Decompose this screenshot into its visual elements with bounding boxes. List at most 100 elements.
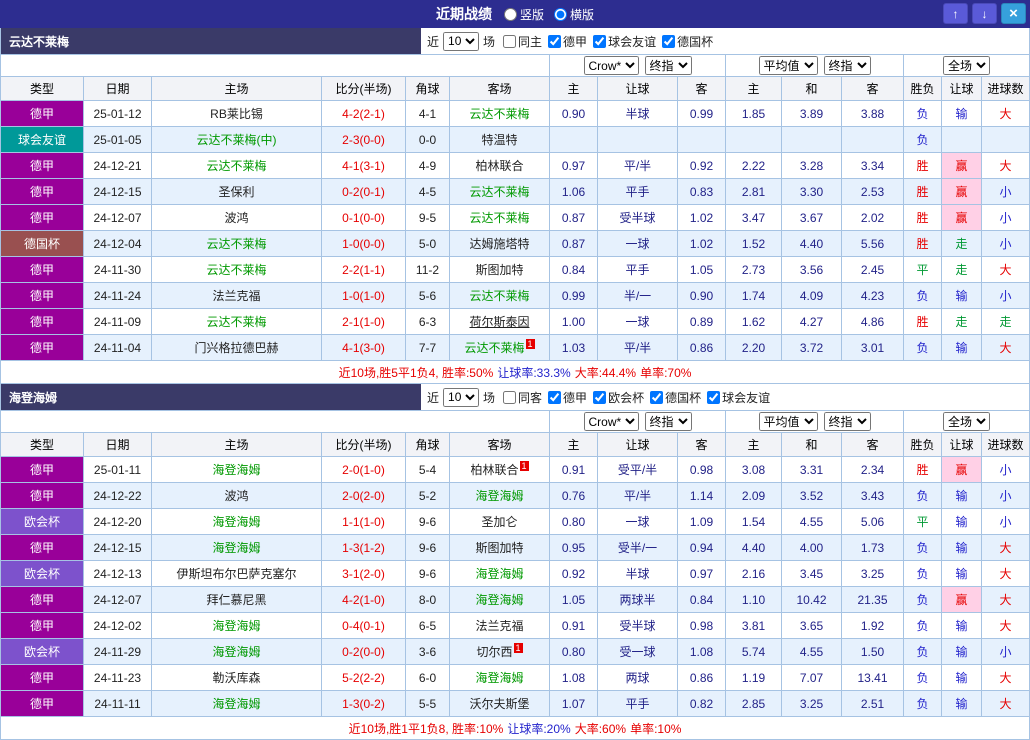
away-team-name[interactable]: 沃尔夫斯堡 bbox=[469, 697, 529, 711]
away-team-name[interactable]: 云达不莱梅 bbox=[469, 107, 529, 121]
home-team-name[interactable]: 勒沃库森 bbox=[212, 671, 260, 685]
home-team-name[interactable]: 海登海姆 bbox=[212, 619, 260, 633]
bookmaker-select[interactable]: Crow* bbox=[583, 412, 639, 431]
home-team-name[interactable]: 波鸿 bbox=[224, 211, 248, 225]
scroll-up-button[interactable]: ↑ bbox=[943, 3, 968, 24]
home-team-name[interactable]: 海登海姆 bbox=[212, 697, 260, 711]
layout-radio[interactable]: 横版 bbox=[554, 6, 594, 23]
home-team: 云达不莱梅(中) bbox=[151, 126, 322, 153]
filter-checkbox-input[interactable] bbox=[593, 34, 607, 48]
match-score: 4-1(3-0) bbox=[321, 334, 406, 361]
away-team-name[interactable]: 海登海姆 bbox=[475, 593, 523, 607]
filter-checkbox-input[interactable] bbox=[503, 34, 517, 48]
scroll-down-button[interactable]: ↓ bbox=[972, 3, 997, 24]
games-label: 场 bbox=[483, 390, 496, 405]
filter-checkbox-input[interactable] bbox=[503, 390, 517, 404]
corner-score: 0-0 bbox=[405, 126, 450, 153]
layout-radio[interactable]: 竖版 bbox=[503, 6, 544, 23]
odds-value: 1.62 bbox=[725, 308, 782, 335]
home-team-name[interactable]: 海登海姆 bbox=[212, 541, 260, 555]
bookmaker-select[interactable]: Crow* bbox=[583, 56, 639, 75]
away-team: 海登海姆 bbox=[449, 560, 550, 587]
home-team-name[interactable]: 云达不莱梅 bbox=[206, 237, 266, 251]
away-team-name[interactable]: 法兰克福 bbox=[475, 619, 523, 633]
away-team-name[interactable]: 云达不莱梅 bbox=[469, 185, 529, 199]
odds-value: 0.98 bbox=[677, 612, 726, 639]
filter-checkbox[interactable]: 同客 bbox=[503, 389, 542, 406]
odds-value: 3.89 bbox=[781, 100, 842, 127]
match-count-select[interactable]: 10 bbox=[443, 31, 480, 51]
home-team-name[interactable]: 海登海姆 bbox=[212, 463, 260, 477]
away-team-name[interactable]: 斯图加特 bbox=[475, 263, 523, 277]
away-team-name[interactable]: 云达不莱梅 bbox=[469, 289, 529, 303]
away-team-name[interactable]: 荷尔斯泰因 bbox=[469, 315, 529, 329]
home-team-name[interactable]: 海登海姆 bbox=[212, 515, 260, 529]
euro-average-select[interactable]: 平均值 bbox=[758, 56, 818, 75]
filter-checkbox-input[interactable] bbox=[548, 34, 562, 48]
competition-badge: 欧会杯 bbox=[0, 638, 84, 665]
scope-select[interactable]: 全场 bbox=[943, 412, 991, 431]
filter-checkbox[interactable]: 德甲 bbox=[548, 33, 587, 50]
goals-result-cell: 走 bbox=[981, 308, 1030, 335]
home-team-name[interactable]: 法兰克福 bbox=[212, 289, 260, 303]
goals-result-cell: 小 bbox=[981, 204, 1030, 231]
away-team-name[interactable]: 云达不莱梅 bbox=[469, 211, 529, 225]
filter-checkbox[interactable]: 德国杯 bbox=[662, 33, 713, 50]
euro-stage-select[interactable]: 终指 bbox=[823, 56, 871, 75]
home-team-name[interactable]: 云达不莱梅 bbox=[206, 315, 266, 329]
filter-checkbox[interactable]: 德国杯 bbox=[650, 389, 701, 406]
away-team-name[interactable]: 达姆施塔特 bbox=[469, 237, 529, 251]
home-team-name[interactable]: 拜仁慕尼黑 bbox=[206, 593, 266, 607]
euro-stage-select[interactable]: 终指 bbox=[823, 412, 871, 431]
euro-average-select[interactable]: 平均值 bbox=[758, 412, 818, 431]
asian-stage-select[interactable]: 终指 bbox=[644, 412, 692, 431]
home-team-name[interactable]: 云达不莱梅 bbox=[206, 263, 266, 277]
away-team-name[interactable]: 海登海姆 bbox=[475, 489, 523, 503]
layout-radio-input[interactable] bbox=[554, 7, 567, 21]
filter-checkbox-input[interactable] bbox=[548, 390, 562, 404]
filter-checkbox-input[interactable] bbox=[707, 390, 721, 404]
home-team-name[interactable]: RB莱比锡 bbox=[210, 107, 263, 121]
odds-value: 2.34 bbox=[840, 456, 905, 483]
away-team-name[interactable]: 云达不莱梅 bbox=[464, 341, 524, 355]
home-team-name[interactable]: 圣保利 bbox=[218, 185, 254, 199]
scope-select[interactable]: 全场 bbox=[943, 56, 991, 75]
filter-checkbox[interactable]: 球会友谊 bbox=[593, 33, 656, 50]
match-count-select[interactable]: 10 bbox=[443, 387, 480, 407]
away-team-name[interactable]: 切尔西 bbox=[476, 645, 512, 659]
filter-checkbox[interactable]: 球会友谊 bbox=[707, 389, 770, 406]
layout-radios: 竖版 横版 bbox=[503, 6, 594, 23]
home-team-name[interactable]: 波鸿 bbox=[224, 489, 248, 503]
filter-checkbox[interactable]: 德甲 bbox=[548, 389, 587, 406]
home-team-name[interactable]: 云达不莱梅 bbox=[206, 159, 266, 173]
filter-checkbox-input[interactable] bbox=[662, 34, 676, 48]
away-team-name[interactable]: 斯图加特 bbox=[475, 541, 523, 555]
match-row: 德甲 25-01-12 RB莱比锡 4-2(2-1) 4-1 云达不莱梅 0.90 半球 0.9… bbox=[0, 100, 1030, 127]
away-team-name[interactable]: 柏林联合 bbox=[475, 159, 523, 173]
away-team-name[interactable]: 圣加仑 bbox=[481, 515, 517, 529]
home-team-name[interactable]: 云达不莱梅(中) bbox=[197, 133, 277, 147]
away-team-name[interactable]: 特温特 bbox=[481, 133, 517, 147]
close-button[interactable]: × bbox=[1001, 3, 1026, 24]
odds-value: 3.31 bbox=[781, 456, 842, 483]
match-date: 24-12-15 bbox=[83, 534, 152, 561]
odds-value: 2.22 bbox=[725, 152, 782, 179]
home-team-name[interactable]: 伊斯坦布尔巴萨克塞尔 bbox=[176, 567, 296, 581]
away-team-name[interactable]: 柏林联合 bbox=[470, 463, 518, 477]
filter-checkbox-input[interactable] bbox=[593, 390, 607, 404]
goals-result-cell: 大 bbox=[981, 586, 1030, 613]
filter-checkbox[interactable]: 欧会杯 bbox=[593, 389, 644, 406]
asian-odds-filter-group: Crow* 终指 bbox=[549, 54, 726, 77]
odds-value: 0.98 bbox=[677, 456, 726, 483]
filter-checkbox-input[interactable] bbox=[650, 390, 664, 404]
match-score: 0-2(0-0) bbox=[321, 638, 406, 665]
stats-table: Crow* 终指 平均值 终指 全场 类型 日期 主场 比分(半场) 角球 客场主让球客主和客… bbox=[0, 54, 1030, 384]
corner-score: 9-5 bbox=[405, 204, 450, 231]
home-team-name[interactable]: 海登海姆 bbox=[212, 645, 260, 659]
away-team-name[interactable]: 海登海姆 bbox=[475, 671, 523, 685]
away-team-name[interactable]: 海登海姆 bbox=[475, 567, 523, 581]
filter-checkbox[interactable]: 同主 bbox=[503, 33, 542, 50]
asian-stage-select[interactable]: 终指 bbox=[644, 56, 692, 75]
home-team-name[interactable]: 门兴格拉德巴赫 bbox=[194, 341, 278, 355]
layout-radio-input[interactable] bbox=[503, 7, 517, 21]
